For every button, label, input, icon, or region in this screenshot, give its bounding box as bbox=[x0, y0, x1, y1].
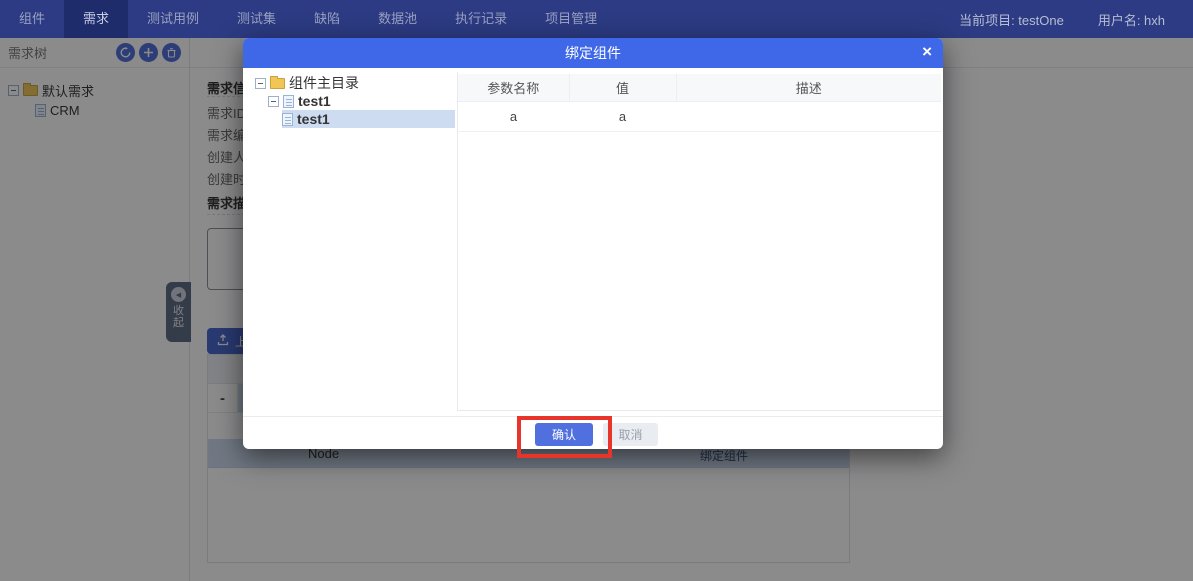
nav-item-project-management[interactable]: 项目管理 bbox=[526, 0, 616, 38]
component-tree-root[interactable]: 组件主目录 bbox=[255, 74, 455, 92]
param-name-cell: a bbox=[458, 101, 569, 131]
component-tree: 组件主目录 test1 test1 bbox=[255, 74, 455, 128]
app-window: 组件 需求 测试用例 测试集 缺陷 数据池 执行记录 项目管理 当前项目: te… bbox=[0, 0, 1193, 581]
divider bbox=[243, 416, 943, 417]
tree-node-label: test1 bbox=[298, 93, 331, 109]
parameter-table: 参数名称 值 描述 a a bbox=[458, 74, 941, 132]
nav-item-datapool[interactable]: 数据池 bbox=[359, 0, 436, 38]
collapse-expander-icon[interactable] bbox=[255, 78, 266, 89]
dialog-header[interactable]: 绑定组件 × bbox=[243, 38, 943, 68]
component-tree-node[interactable]: test1 bbox=[268, 92, 455, 110]
column-header-param-name: 参数名称 bbox=[458, 74, 569, 101]
divider bbox=[457, 410, 941, 411]
nav-item-defects[interactable]: 缺陷 bbox=[295, 0, 359, 38]
dialog-title: 绑定组件 bbox=[565, 43, 621, 63]
confirm-button[interactable]: 确认 bbox=[535, 423, 593, 446]
username-label: 用户名: hxh bbox=[1098, 10, 1165, 29]
param-desc-cell bbox=[676, 101, 941, 131]
top-navbar: 组件 需求 测试用例 测试集 缺陷 数据池 执行记录 项目管理 当前项目: te… bbox=[0, 0, 1193, 38]
param-value-cell: a bbox=[569, 101, 676, 131]
column-header-description: 描述 bbox=[676, 74, 941, 101]
file-icon bbox=[282, 113, 293, 126]
tree-node-label: 组件主目录 bbox=[289, 73, 359, 93]
file-icon bbox=[283, 95, 294, 108]
bind-component-dialog: 绑定组件 × 组件主目录 test1 test1 bbox=[243, 38, 943, 449]
component-tree-node-selected[interactable]: test1 bbox=[282, 110, 455, 128]
table-row[interactable]: a a bbox=[458, 101, 941, 131]
nav-item-components[interactable]: 组件 bbox=[0, 0, 64, 38]
collapse-expander-icon[interactable] bbox=[268, 96, 279, 107]
nav-item-testcases[interactable]: 测试用例 bbox=[128, 0, 218, 38]
current-project-label: 当前项目: testOne bbox=[959, 10, 1064, 29]
tree-node-label: test1 bbox=[297, 111, 330, 127]
cancel-button[interactable]: 取消 bbox=[603, 423, 658, 446]
nav-item-execution-records[interactable]: 执行记录 bbox=[436, 0, 526, 38]
folder-icon bbox=[270, 78, 285, 89]
nav-item-requirements[interactable]: 需求 bbox=[64, 0, 128, 38]
column-header-value: 值 bbox=[569, 74, 676, 101]
navbar-right-info: 当前项目: testOne 用户名: hxh bbox=[959, 0, 1193, 38]
close-icon[interactable]: × bbox=[922, 42, 932, 62]
nav-item-testsets[interactable]: 测试集 bbox=[218, 0, 295, 38]
